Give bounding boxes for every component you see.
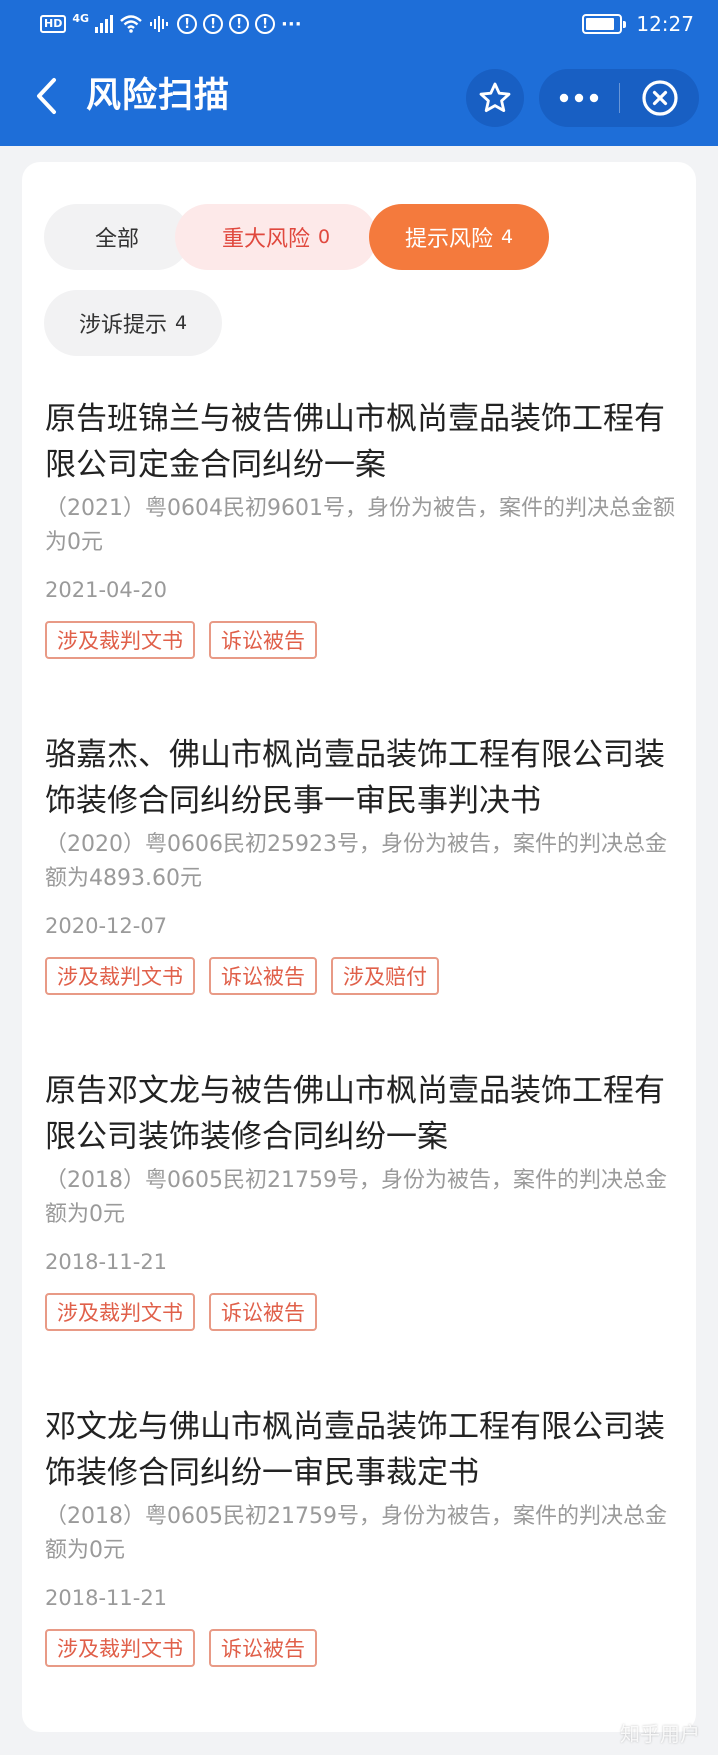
page-title: 风险扫描 [86, 76, 231, 116]
filter-label: 涉诉提示 [78, 313, 167, 338]
risk-item[interactable]: 邓文龙与佛山市枫尚壹品装饰工程有限公司装饰装修合同纠纷一审民事裁定书 （2018… [45, 1404, 675, 1667]
risk-item-desc: （2021）粤0604民初9601号，身份为被告，案件的判决总金额为0元 [45, 496, 675, 555]
alert-icon: ! [177, 14, 198, 34]
battery-level [586, 18, 614, 30]
risk-item-title: 原告邓文龙与被告佛山市枫尚壹品装饰工程有限公司装饰装修合同纠纷一案 [45, 1073, 665, 1155]
tag: 涉及裁判文书 [45, 1629, 195, 1667]
tag: 涉及赔付 [331, 957, 439, 995]
tag: 诉讼被告 [209, 1293, 317, 1331]
risk-item-tags: 涉及裁判文书 诉讼被告 [45, 621, 675, 659]
risk-item-title: 原告班锦兰与被告佛山市枫尚壹品装饰工程有限公司定金合同纠纷一案 [45, 401, 665, 483]
more-notifications-icon: ··· [281, 13, 302, 35]
close-circle-icon [641, 80, 678, 116]
tag: 涉及裁判文书 [45, 957, 195, 995]
filter-label: 提示风险 [404, 227, 493, 252]
risk-item-tags: 涉及裁判文书 诉讼被告 [45, 1293, 675, 1331]
nav-bar: 风险扫描 [0, 48, 718, 146]
alert-icon: ! [203, 14, 224, 34]
back-button[interactable] [26, 74, 66, 118]
alert-icon: ! [255, 14, 276, 34]
signal-icon [95, 15, 114, 33]
close-button[interactable] [620, 69, 699, 127]
risk-item[interactable]: 骆嘉杰、佛山市枫尚壹品装饰工程有限公司装饰装修合同纠纷民事一审民事判决书 （20… [45, 732, 675, 995]
filter-all[interactable]: 全部 [44, 204, 190, 270]
filter-label: 重大风险 [221, 227, 310, 252]
vibrate-icon [150, 16, 169, 32]
risk-item-desc: （2018）粤0605民初21759号，身份为被告，案件的判决总金额为0元 [45, 1504, 667, 1563]
chevron-left-icon [37, 78, 56, 114]
favorite-button[interactable] [466, 69, 524, 127]
risk-item-desc: （2018）粤0605民初21759号，身份为被告，案件的判决总金额为0元 [45, 1168, 667, 1227]
risk-item-tags: 涉及裁判文书 诉讼被告 涉及赔付 [45, 957, 675, 995]
filter-count: 4 [500, 226, 514, 248]
risk-item-desc: （2020）粤0606民初25923号，身份为被告，案件的判决总金额为4893.… [45, 832, 667, 891]
risk-item[interactable]: 原告邓文龙与被告佛山市枫尚壹品装饰工程有限公司装饰装修合同纠纷一案 （2018）… [45, 1068, 675, 1331]
filter-label: 全部 [94, 227, 139, 252]
risk-item-tags: 涉及裁判文书 诉讼被告 [45, 1629, 675, 1667]
status-left: HD 4G ! ! ! ! ··· [40, 11, 302, 37]
risk-item-date: 2021-04-20 [45, 578, 168, 602]
tag: 诉讼被告 [209, 621, 317, 659]
wifi-icon [120, 15, 142, 33]
filter-litigation[interactable]: 涉诉提示 4 [44, 290, 222, 356]
tag: 诉讼被告 [209, 957, 317, 995]
risk-list-card: 全部 重大风险 0 提示风险 4 涉诉提示 4 原告班锦兰与被告佛山市枫尚壹品装… [22, 162, 696, 1732]
risk-item-date: 2018-11-21 [45, 1250, 168, 1274]
clock: 12:27 [636, 12, 694, 36]
filter-major-risk[interactable]: 重大风险 0 [175, 204, 377, 270]
risk-item-title: 邓文龙与佛山市枫尚壹品装饰工程有限公司装饰装修合同纠纷一审民事裁定书 [45, 1409, 665, 1491]
tag: 涉及裁判文书 [45, 1293, 195, 1331]
hd-indicator: HD [40, 15, 67, 33]
filter-count: 0 [317, 226, 331, 248]
status-bar: HD 4G ! ! ! ! ··· 12:27 [0, 0, 718, 48]
mini-program-capsule [539, 69, 699, 127]
more-button[interactable] [539, 69, 619, 127]
filter-hint-risk[interactable]: 提示风险 4 [369, 204, 549, 270]
tag: 涉及裁判文书 [45, 621, 195, 659]
star-icon [479, 82, 511, 112]
alert-icon: ! [229, 14, 250, 34]
more-dots-icon [559, 93, 599, 103]
watermark: 知乎用户 [620, 1722, 700, 1746]
risk-item[interactable]: 原告班锦兰与被告佛山市枫尚壹品装饰工程有限公司定金合同纠纷一案 （2021）粤0… [45, 396, 675, 659]
filter-count: 4 [174, 312, 188, 334]
network-type: 4G [72, 11, 90, 25]
status-right: 12:27 [582, 11, 694, 37]
risk-item-title: 骆嘉杰、佛山市枫尚壹品装饰工程有限公司装饰装修合同纠纷民事一审民事判决书 [45, 737, 665, 819]
risk-item-date: 2020-12-07 [45, 914, 168, 938]
tag: 诉讼被告 [209, 1629, 317, 1667]
battery-icon [582, 14, 627, 34]
risk-item-date: 2018-11-21 [45, 1586, 168, 1610]
